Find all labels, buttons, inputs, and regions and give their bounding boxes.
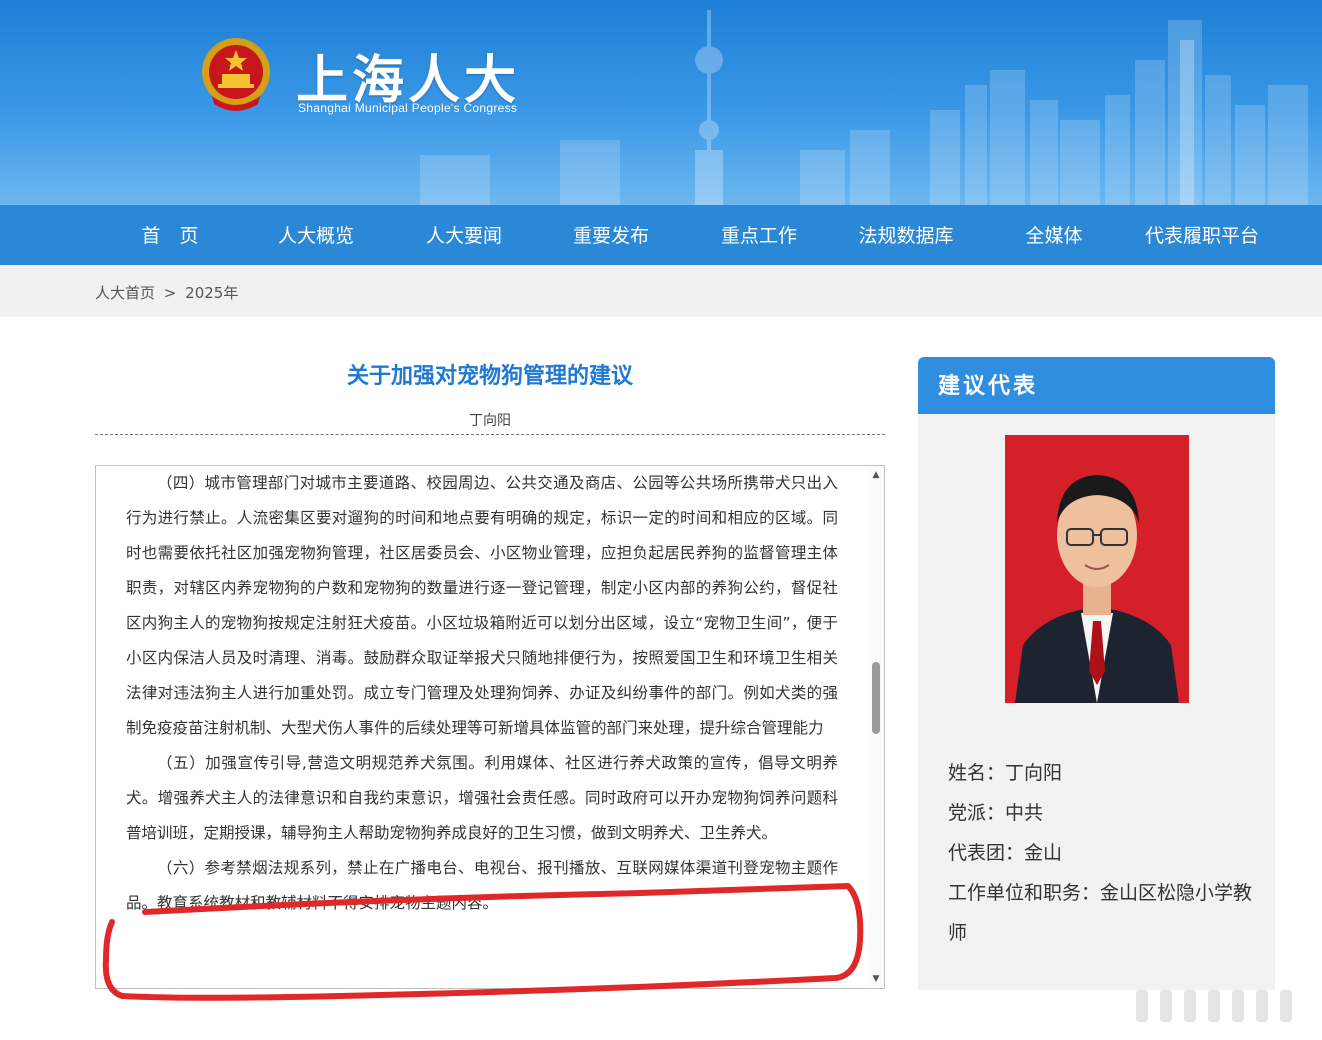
nav-item-releases[interactable]: 重要发布 bbox=[561, 205, 661, 265]
site-subtitle: Shanghai Municipal People's Congress bbox=[298, 101, 518, 115]
scroll-down-arrow-icon[interactable]: ▼ bbox=[871, 974, 881, 984]
national-emblem-logo bbox=[202, 38, 270, 111]
deputy-name-row: 姓名：丁向阳 bbox=[948, 753, 1258, 793]
article-author: 丁向阳 bbox=[469, 413, 511, 429]
deputy-portrait-photo bbox=[1005, 435, 1189, 703]
field-label: 代表团： bbox=[948, 842, 1025, 864]
nav-item-deputy-platform[interactable]: 代表履职平台 bbox=[1132, 205, 1272, 265]
divider bbox=[95, 434, 885, 435]
deputy-party: 中共 bbox=[1005, 802, 1044, 824]
breadcrumb-bar: 人大首页 > 2025年 bbox=[0, 265, 1322, 317]
header-banner: 上海人大 Shanghai Municipal People's Congres… bbox=[0, 0, 1322, 205]
deputy-card: 建议代表 姓名：丁向阳 党派：中共 代表团：金山 工作单位和职务：金山区松隐小学… bbox=[918, 357, 1275, 990]
deputy-delegation-row: 代表团：金山 bbox=[948, 833, 1258, 873]
deputy-job-row: 工作单位和职务：金山区松隐小学教师 bbox=[948, 873, 1258, 953]
deputy-party-row: 党派：中共 bbox=[948, 793, 1258, 833]
main-nav: 首 页 人大概览 人大要闻 重要发布 重点工作 法规数据库 全媒体 代表履职平台 bbox=[0, 205, 1322, 265]
nav-item-overview[interactable]: 人大概览 bbox=[266, 205, 366, 265]
paragraph-5: （五）加强宣传引导,营造文明规范养犬氛围。利用媒体、社区进行养犬政策的宣传，倡导… bbox=[126, 754, 838, 842]
article-title: 关于加强对宠物狗管理的建议 bbox=[346, 364, 633, 389]
deputy-delegation: 金山 bbox=[1024, 842, 1063, 864]
article-scroll-box[interactable]: （四）城市管理部门对城市主要道路、校园周边、公共交通及商店、公园等公共场所携带犬… bbox=[95, 465, 885, 989]
article-body: （四）城市管理部门对城市主要道路、校园周边、公共交通及商店、公园等公共场所携带犬… bbox=[126, 466, 838, 921]
nav-item-news[interactable]: 人大要闻 bbox=[414, 205, 514, 265]
scroll-up-arrow-icon[interactable]: ▲ bbox=[871, 470, 881, 480]
nav-item-law-database[interactable]: 法规数据库 bbox=[846, 205, 966, 265]
field-label: 党派： bbox=[948, 802, 1006, 824]
breadcrumb-separator: > bbox=[163, 284, 177, 302]
deputy-info: 姓名：丁向阳 党派：中共 代表团：金山 工作单位和职务：金山区松隐小学教师 bbox=[948, 753, 1258, 953]
scrollbar[interactable]: ▲ ▼ bbox=[868, 466, 884, 988]
breadcrumb-home-link[interactable]: 人大首页 bbox=[95, 284, 155, 302]
deputy-name: 丁向阳 bbox=[1005, 762, 1063, 784]
deputy-card-heading: 建议代表 bbox=[918, 357, 1275, 414]
paragraph-6: （六）参考禁烟法规系列，禁止在广播电台、电视台、报刊播放、互联网媒体渠道刊登宠物… bbox=[126, 859, 838, 912]
nav-item-media[interactable]: 全媒体 bbox=[1004, 205, 1104, 265]
breadcrumb-current[interactable]: 2025年 bbox=[185, 284, 238, 302]
scrollbar-thumb[interactable] bbox=[872, 662, 880, 734]
field-label: 姓名： bbox=[948, 762, 1006, 784]
breadcrumb: 人大首页 > 2025年 bbox=[95, 282, 242, 303]
nav-item-key-work[interactable]: 重点工作 bbox=[709, 205, 809, 265]
paragraph-4: （四）城市管理部门对城市主要道路、校园周边、公共交通及商店、公园等公共场所携带犬… bbox=[126, 474, 838, 737]
decorative-bars bbox=[1136, 990, 1292, 1022]
field-label: 工作单位和职务： bbox=[948, 882, 1101, 904]
nav-item-home[interactable]: 首 页 bbox=[120, 205, 220, 265]
